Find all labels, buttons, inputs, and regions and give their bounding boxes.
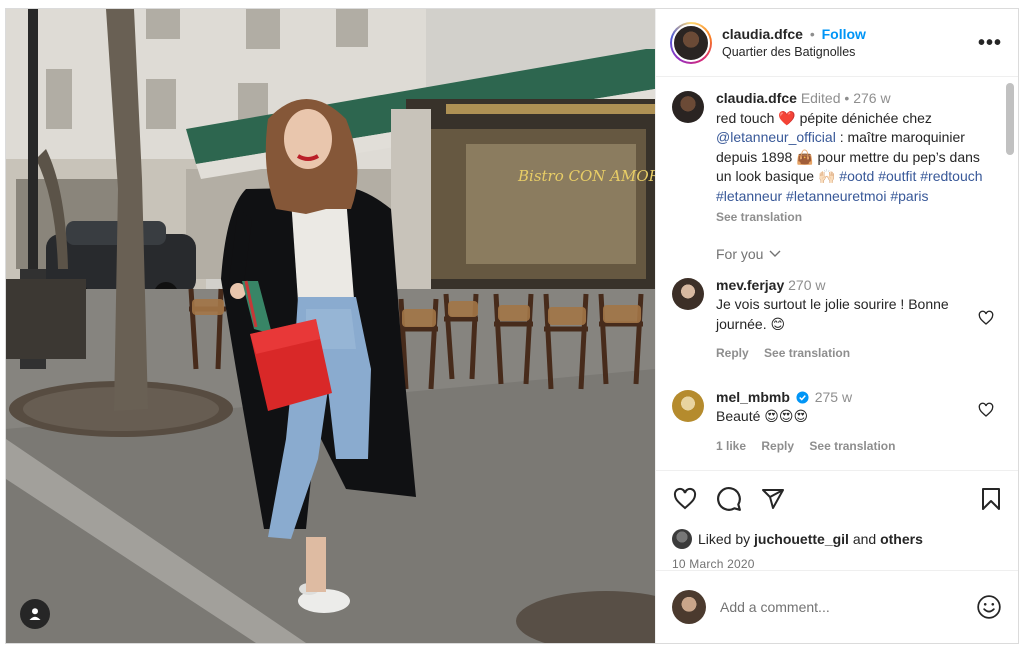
comment-item: mev.ferjay 270 w Je vois surtout le joli… — [672, 276, 994, 364]
street-scene-image: Bistro CON AMORE — [6, 9, 655, 643]
author-username[interactable]: claudia.dfce — [722, 26, 803, 42]
comment-button[interactable] — [716, 486, 742, 512]
like-comment-heart-icon[interactable] — [978, 310, 994, 326]
comment-age: 270 w — [788, 276, 826, 293]
post-date[interactable]: 10 March 2020 — [672, 557, 1002, 571]
paper-plane-icon — [762, 489, 784, 509]
like-button[interactable] — [672, 487, 698, 511]
liked-by: Liked by juchouette_gil and others — [672, 529, 1002, 549]
liked-by-and: and — [848, 531, 881, 547]
caption-avatar[interactable] — [672, 91, 704, 123]
location-link[interactable]: Quartier des Batignolles — [722, 45, 974, 59]
caption-edited: Edited — [800, 90, 841, 106]
liked-by-others[interactable]: others — [880, 531, 923, 547]
caption-text-2: pépite dénichée chez — [795, 109, 932, 126]
reply-button[interactable]: Reply — [761, 439, 794, 453]
caption: claudia.dfce Edited • 276 w red touch ❤️… — [672, 89, 994, 228]
heart-icon — [673, 487, 697, 510]
caption-separator: • — [844, 90, 850, 106]
bookmark-icon — [982, 488, 1000, 510]
add-comment-bar — [656, 570, 1018, 642]
person-icon — [29, 608, 41, 620]
comment-text: Beauté 😍😍😍 — [716, 408, 809, 424]
comments-scrollbar[interactable] — [1006, 83, 1014, 155]
caption-text-1: red touch — [716, 109, 779, 126]
for-you-label: For you — [716, 245, 764, 262]
emoji-picker-icon[interactable] — [976, 594, 1002, 620]
current-user-avatar — [672, 589, 706, 624]
comment-avatar[interactable] — [672, 389, 704, 422]
liked-by-avatar[interactable] — [672, 529, 692, 549]
verified-badge-icon — [796, 390, 809, 404]
mention-link[interactable]: @letanneur_official — [716, 129, 836, 145]
comment-avatar[interactable] — [672, 277, 704, 310]
comments-section[interactable]: claudia.dfce Edited • 276 w red touch ❤️… — [656, 77, 1018, 470]
like-comment-heart-icon[interactable] — [978, 402, 994, 418]
liked-by-prefix: Liked by — [698, 531, 755, 547]
comment-age: 275 w — [814, 388, 853, 405]
caption-username[interactable]: claudia.dfce — [716, 90, 797, 106]
see-translation-button[interactable]: See translation — [764, 346, 850, 360]
comment-text: Je vois surtout le jolie sourire ! Bonne… — [716, 296, 949, 332]
follow-button[interactable]: Follow — [822, 26, 866, 42]
add-comment-input[interactable] — [720, 598, 976, 615]
post-photo[interactable]: Bistro CON AMORE — [6, 9, 655, 643]
hands-emoji: 🙌🏻 — [817, 168, 836, 184]
post-dialog: Bistro CON AMORE — [5, 8, 1019, 644]
comment-username[interactable]: mel_mbmb — [716, 389, 790, 405]
comment-likes[interactable]: 1 like — [716, 439, 746, 453]
separator-dot: • — [809, 26, 815, 42]
tagged-users-button[interactable] — [20, 599, 50, 629]
bag-emoji: 👜 — [796, 148, 814, 165]
comment-item: mel_mbmb 275 w Beauté 😍😍😍 1 like Reply S… — [672, 388, 994, 457]
heart-emoji: ❤️ — [778, 109, 796, 126]
reply-button[interactable]: Reply — [716, 346, 749, 360]
see-translation-button[interactable]: See translation — [809, 439, 895, 453]
chevron-down-icon — [769, 250, 781, 257]
post-sidebar: claudia.dfce • Follow Quartier des Batig… — [655, 9, 1018, 643]
share-button[interactable] — [760, 487, 786, 511]
caption-age: 276 w — [853, 90, 891, 106]
caption-see-translation[interactable]: See translation — [716, 210, 802, 224]
comment-username[interactable]: mev.ferjay — [716, 277, 784, 293]
liked-by-user[interactable]: juchouette_gil — [754, 531, 849, 547]
post-actions: Liked by juchouette_gil and others 10 Ma… — [656, 470, 1018, 571]
author-avatar[interactable] — [670, 21, 712, 64]
save-button[interactable] — [980, 487, 1002, 511]
for-you-dropdown[interactable]: For you — [716, 246, 994, 262]
comment-bubble-icon — [717, 487, 741, 511]
caption-text: red touch ❤️ pépite dénichée chez @letan… — [716, 109, 994, 207]
post-header: claudia.dfce • Follow Quartier des Batig… — [656, 9, 1018, 77]
more-options-icon[interactable]: ••• — [974, 33, 1006, 53]
